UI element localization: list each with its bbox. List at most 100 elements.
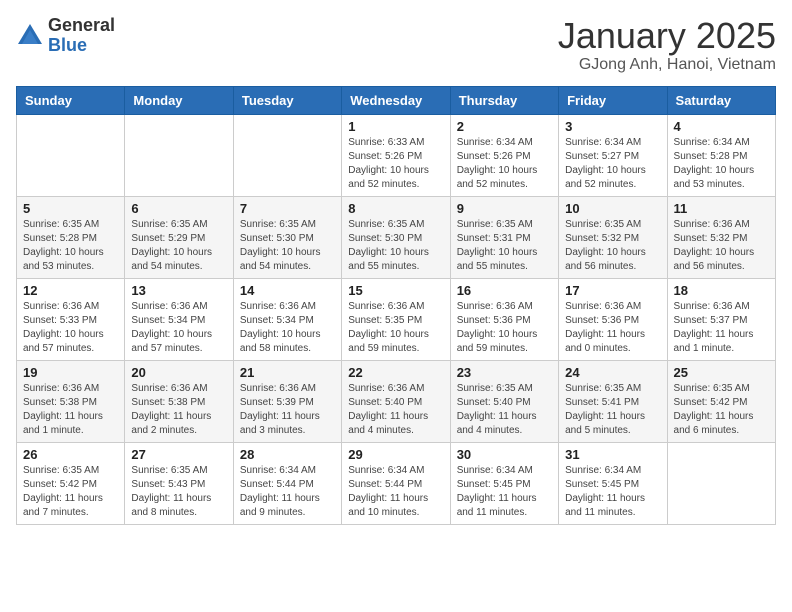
weekday-header-saturday: Saturday — [667, 86, 775, 114]
day-info: Sunrise: 6:36 AM Sunset: 5:36 PM Dayligh… — [457, 300, 552, 356]
day-number: 10 — [565, 201, 660, 216]
weekday-header-thursday: Thursday — [450, 86, 558, 114]
page-header: General Blue January 2025 GJong Anh, Han… — [16, 16, 776, 74]
day-info: Sunrise: 6:36 AM Sunset: 5:40 PM Dayligh… — [348, 382, 443, 438]
day-number: 26 — [23, 447, 118, 462]
calendar-cell: 6 Sunrise: 6:35 AM Sunset: 5:29 PM Daylig… — [125, 196, 233, 278]
day-info: Sunrise: 6:35 AM Sunset: 5:41 PM Dayligh… — [565, 382, 660, 438]
calendar-cell: 1 Sunrise: 6:33 AM Sunset: 5:26 PM Daylig… — [342, 114, 450, 196]
calendar-cell: 15 Sunrise: 6:36 AM Sunset: 5:35 PM Dayli… — [342, 278, 450, 360]
day-info: Sunrise: 6:36 AM Sunset: 5:34 PM Dayligh… — [131, 300, 226, 356]
month-title: January 2025 — [558, 16, 776, 56]
day-number: 29 — [348, 447, 443, 462]
calendar-cell: 7Sunrise: 6:35 AM Sunset: 5:30 PM Daylig… — [233, 196, 341, 278]
week-row-2: 5 Sunrise: 6:35 AM Sunset: 5:28 PM Daylig… — [17, 196, 776, 278]
week-row-4: 19 Sunrise: 6:36 AM Sunset: 5:38 PM Dayli… — [17, 360, 776, 442]
day-info: Sunrise: 6:36 AM Sunset: 5:34 PM Dayligh… — [240, 300, 335, 356]
day-number: 17 — [565, 283, 660, 298]
day-number: 1 — [348, 119, 443, 134]
calendar-cell: 24 Sunrise: 6:35 AM Sunset: 5:41 PM Dayli… — [559, 360, 667, 442]
day-number: 25 — [674, 365, 769, 380]
calendar-cell: 8 Sunrise: 6:35 AM Sunset: 5:30 PM Daylig… — [342, 196, 450, 278]
weekday-header-tuesday: Tuesday — [233, 86, 341, 114]
day-info: Sunrise: 6:34 AM Sunset: 5:27 PM Dayligh… — [565, 136, 660, 192]
calendar-cell: 20Sunrise: 6:36 AM Sunset: 5:38 PM Dayli… — [125, 360, 233, 442]
day-number: 6 — [131, 201, 226, 216]
calendar-cell — [17, 114, 125, 196]
day-info: Sunrise: 6:36 AM Sunset: 5:37 PM Dayligh… — [674, 300, 769, 356]
location: GJong Anh, Hanoi, Vietnam — [558, 56, 776, 74]
day-info: Sunrise: 6:35 AM Sunset: 5:30 PM Dayligh… — [348, 218, 443, 274]
day-info: Sunrise: 6:34 AM Sunset: 5:45 PM Dayligh… — [565, 464, 660, 520]
day-number: 30 — [457, 447, 552, 462]
calendar-cell: 16 Sunrise: 6:36 AM Sunset: 5:36 PM Dayli… — [450, 278, 558, 360]
logo: General Blue — [16, 16, 115, 56]
day-number: 21 — [240, 365, 335, 380]
day-number: 24 — [565, 365, 660, 380]
day-number: 4 — [674, 119, 769, 134]
weekday-header-sunday: Sunday — [17, 86, 125, 114]
day-number: 13 — [131, 283, 226, 298]
logo-icon — [16, 22, 44, 50]
day-number: 16 — [457, 283, 552, 298]
day-number: 15 — [348, 283, 443, 298]
calendar-cell: 4 Sunrise: 6:34 AM Sunset: 5:28 PM Daylig… — [667, 114, 775, 196]
day-number: 8 — [348, 201, 443, 216]
title-block: January 2025 GJong Anh, Hanoi, Vietnam — [558, 16, 776, 74]
day-info: Sunrise: 6:35 AM Sunset: 5:31 PM Dayligh… — [457, 218, 552, 274]
calendar-cell: 12 Sunrise: 6:36 AM Sunset: 5:33 PM Dayli… — [17, 278, 125, 360]
day-number: 2 — [457, 119, 552, 134]
day-info: Sunrise: 6:35 AM Sunset: 5:40 PM Dayligh… — [457, 382, 552, 438]
day-info: Sunrise: 6:36 AM Sunset: 5:35 PM Dayligh… — [348, 300, 443, 356]
day-number: 14 — [240, 283, 335, 298]
day-info: Sunrise: 6:34 AM Sunset: 5:28 PM Dayligh… — [674, 136, 769, 192]
day-number: 9 — [457, 201, 552, 216]
weekday-header-monday: Monday — [125, 86, 233, 114]
calendar-cell: 5 Sunrise: 6:35 AM Sunset: 5:28 PM Daylig… — [17, 196, 125, 278]
calendar-cell: 19 Sunrise: 6:36 AM Sunset: 5:38 PM Dayli… — [17, 360, 125, 442]
calendar-cell: 30 Sunrise: 6:34 AM Sunset: 5:45 PM Dayli… — [450, 442, 558, 524]
calendar-cell: 3 Sunrise: 6:34 AM Sunset: 5:27 PM Daylig… — [559, 114, 667, 196]
day-number: 18 — [674, 283, 769, 298]
day-number: 27 — [131, 447, 226, 462]
day-info: Sunrise: 6:34 AM Sunset: 5:45 PM Dayligh… — [457, 464, 552, 520]
day-number: 28 — [240, 447, 335, 462]
day-info: Sunrise: 6:36 AM Sunset: 5:33 PM Dayligh… — [23, 300, 118, 356]
day-number: 19 — [23, 365, 118, 380]
day-info: Sunrise: 6:36 AM Sunset: 5:32 PM Dayligh… — [674, 218, 769, 274]
day-number: 11 — [674, 201, 769, 216]
day-number: 22 — [348, 365, 443, 380]
calendar-cell: 27 Sunrise: 6:35 AM Sunset: 5:43 PM Dayli… — [125, 442, 233, 524]
calendar-cell: 26 Sunrise: 6:35 AM Sunset: 5:42 PM Dayli… — [17, 442, 125, 524]
day-info: Sunrise: 6:33 AM Sunset: 5:26 PM Dayligh… — [348, 136, 443, 192]
logo-general: General — [48, 16, 115, 36]
calendar-cell: 25 Sunrise: 6:35 AM Sunset: 5:42 PM Dayli… — [667, 360, 775, 442]
calendar-cell: 13 Sunrise: 6:36 AM Sunset: 5:34 PM Dayli… — [125, 278, 233, 360]
calendar-cell — [233, 114, 341, 196]
calendar-cell: 18 Sunrise: 6:36 AM Sunset: 5:37 PM Dayli… — [667, 278, 775, 360]
weekday-header-row: SundayMondayTuesdayWednesdayThursdayFrid… — [17, 86, 776, 114]
calendar-cell: 29 Sunrise: 6:34 AM Sunset: 5:44 PM Dayli… — [342, 442, 450, 524]
day-info: Sunrise: 6:35 AM Sunset: 5:42 PM Dayligh… — [674, 382, 769, 438]
day-info: Sunrise: 6:35 AM Sunset: 5:32 PM Dayligh… — [565, 218, 660, 274]
day-info: Sunrise: 6:36 AM Sunset: 5:38 PM Dayligh… — [23, 382, 118, 438]
logo-blue: Blue — [48, 36, 115, 56]
day-info: Sunrise: 6:35 AM Sunset: 5:43 PM Dayligh… — [131, 464, 226, 520]
calendar-cell: 10 Sunrise: 6:35 AM Sunset: 5:32 PM Dayli… — [559, 196, 667, 278]
day-number: 3 — [565, 119, 660, 134]
day-info: Sunrise: 6:35 AM Sunset: 5:30 PM Dayligh… — [240, 218, 335, 274]
week-row-5: 26 Sunrise: 6:35 AM Sunset: 5:42 PM Dayli… — [17, 442, 776, 524]
weekday-header-wednesday: Wednesday — [342, 86, 450, 114]
calendar-cell — [125, 114, 233, 196]
day-number: 12 — [23, 283, 118, 298]
calendar-cell: 14 Sunrise: 6:36 AM Sunset: 5:34 PM Dayli… — [233, 278, 341, 360]
day-number: 23 — [457, 365, 552, 380]
day-info: Sunrise: 6:35 AM Sunset: 5:29 PM Dayligh… — [131, 218, 226, 274]
day-info: Sunrise: 6:35 AM Sunset: 5:42 PM Dayligh… — [23, 464, 118, 520]
day-number: 5 — [23, 201, 118, 216]
day-info: Sunrise: 6:35 AM Sunset: 5:28 PM Dayligh… — [23, 218, 118, 274]
day-info: Sunrise: 6:34 AM Sunset: 5:44 PM Dayligh… — [240, 464, 335, 520]
weekday-header-friday: Friday — [559, 86, 667, 114]
calendar-cell: 21Sunrise: 6:36 AM Sunset: 5:39 PM Dayli… — [233, 360, 341, 442]
day-info: Sunrise: 6:34 AM Sunset: 5:44 PM Dayligh… — [348, 464, 443, 520]
